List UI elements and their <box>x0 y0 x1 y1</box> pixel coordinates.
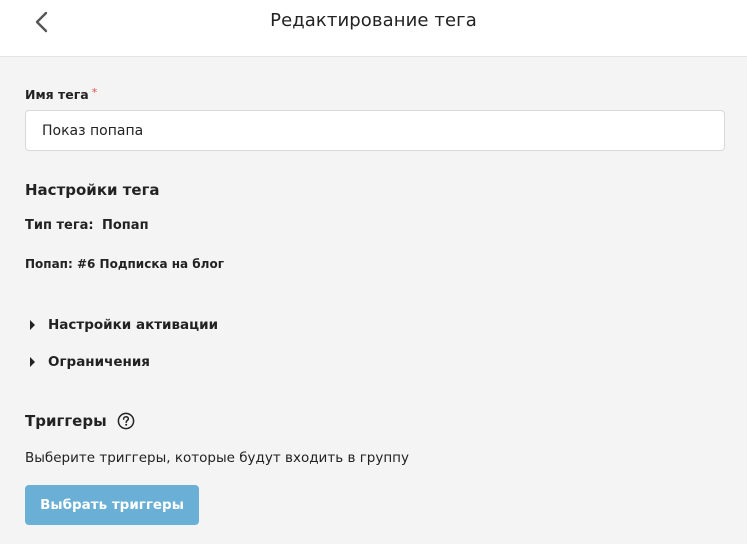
activation-settings-toggle[interactable]: Настройки активации <box>30 317 218 333</box>
tag-name-value: Показ попапа <box>42 122 144 139</box>
popup-info: Попап: #6 Подписка на блог <box>25 257 224 271</box>
triggers-heading: Триггеры <box>25 412 135 430</box>
tag-name-label-text: Имя тега <box>25 87 89 102</box>
triggers-title: Триггеры <box>25 412 107 430</box>
tag-name-input[interactable]: Показ попапа <box>25 110 725 151</box>
restrictions-toggle[interactable]: Ограничения <box>30 354 150 370</box>
triggers-description: Выберите триггеры, которые будут входить… <box>25 450 409 466</box>
help-icon[interactable] <box>117 412 135 430</box>
caret-right-icon <box>30 357 35 367</box>
top-bar: Редактирование тега <box>0 0 747 57</box>
page-title: Редактирование тега <box>270 10 477 31</box>
select-triggers-button[interactable]: Выбрать триггеры <box>25 485 199 525</box>
activation-settings-label: Настройки активации <box>48 317 219 333</box>
tag-name-label: Имя тега * <box>25 86 97 102</box>
caret-right-icon <box>30 320 35 330</box>
required-mark: * <box>91 86 98 99</box>
tag-settings-title: Настройки тега <box>25 181 160 199</box>
restrictions-label: Ограничения <box>48 354 150 370</box>
tag-type-value: Попап <box>102 218 149 233</box>
tag-type-label: Тип тега: <box>25 218 94 233</box>
